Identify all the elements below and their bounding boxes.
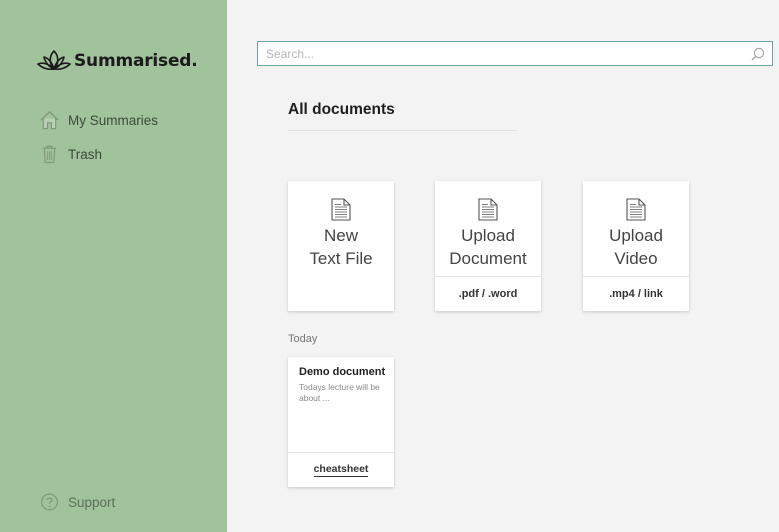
- search-bar: [257, 41, 773, 66]
- document-footer: cheatsheet: [288, 452, 394, 487]
- upload-document-card[interactable]: Upload Document .pdf / .word: [435, 181, 541, 311]
- help-circle-icon: [40, 493, 59, 511]
- page-title: All documents: [288, 101, 395, 118]
- sidebar: Summarised. My Summaries Trash Support: [0, 0, 227, 532]
- lotus-logo-icon: [37, 50, 71, 71]
- section-label-today: Today: [288, 333, 318, 345]
- document-snippet: Todays lecture will be about ...: [299, 382, 380, 403]
- document-card[interactable]: Demo document Todays lecture will be abo…: [288, 357, 394, 487]
- document-tag[interactable]: cheatsheet: [313, 463, 369, 477]
- title-divider: [288, 130, 517, 131]
- sidebar-item-label: Trash: [68, 146, 103, 162]
- card-title: Upload Document: [449, 226, 527, 268]
- trash-icon: [42, 145, 57, 164]
- search-icon[interactable]: [751, 47, 765, 61]
- upload-video-card[interactable]: Upload Video .mp4 / link: [583, 181, 689, 311]
- search-input[interactable]: [258, 42, 751, 65]
- card-format-label: .mp4 / link: [583, 276, 689, 311]
- document-icon: [626, 198, 646, 221]
- document-icon: [478, 198, 498, 221]
- home-icon: [40, 111, 59, 130]
- sidebar-item-label: My Summaries: [68, 112, 159, 128]
- sidebar-item-my-summaries[interactable]: My Summaries: [40, 110, 158, 130]
- document-icon: [331, 198, 351, 221]
- new-text-file-card[interactable]: New Text File: [288, 181, 394, 311]
- document-title: Demo document: [299, 366, 386, 378]
- app-logo[interactable]: Summarised.: [37, 48, 198, 74]
- sidebar-item-label: Support: [68, 494, 116, 510]
- card-title: Upload Video: [609, 226, 663, 268]
- sidebar-item-support[interactable]: Support: [40, 492, 115, 512]
- sidebar-item-trash[interactable]: Trash: [40, 144, 102, 164]
- card-title: New Text File: [309, 226, 373, 268]
- app-name: Summarised.: [74, 51, 198, 71]
- card-format-label: .pdf / .word: [435, 276, 541, 311]
